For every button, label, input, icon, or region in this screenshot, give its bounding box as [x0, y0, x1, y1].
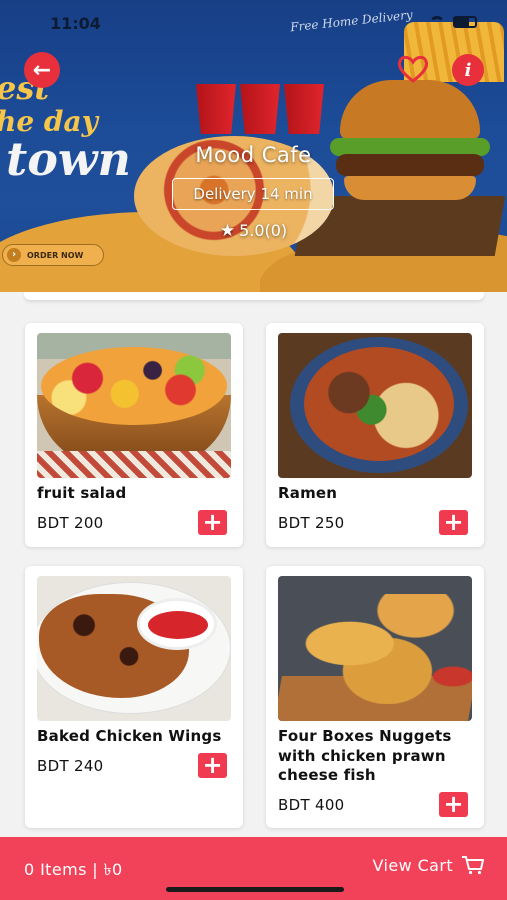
arrow-left-icon: ←: [32, 57, 52, 83]
order-now-label: ORDER NOW: [27, 250, 84, 260]
product-image: [278, 576, 472, 721]
restaurant-banner: 11:04 Free Home Delivery est he day town…: [0, 0, 507, 292]
product-card[interactable]: fruit salad BDT 200 +: [25, 323, 243, 547]
star-icon: ★: [219, 221, 236, 241]
status-icons: [429, 16, 477, 28]
product-price: BDT 200: [37, 514, 104, 532]
cart-icon: [462, 856, 484, 875]
product-card[interactable]: Four Boxes Nuggets with chicken prawn ch…: [266, 566, 484, 828]
product-name: fruit salad: [37, 484, 127, 502]
cart-summary: 0 Items | ৳0: [24, 860, 123, 879]
product-card[interactable]: Ramen BDT 250 +: [266, 323, 484, 547]
cart-bar: 0 Items | ৳0 View Cart: [0, 837, 507, 900]
order-now-badge: › ORDER NOW: [2, 244, 104, 266]
category-strip: [24, 292, 484, 300]
view-cart-label: View Cart: [372, 855, 453, 875]
info-button[interactable]: i: [452, 54, 484, 86]
home-indicator: [166, 887, 344, 892]
free-delivery-label: Free Home Delivery: [289, 7, 414, 35]
wifi-icon: [429, 16, 445, 28]
restaurant-rating: ★ 5.0(0): [0, 221, 507, 241]
view-cart-button[interactable]: View Cart: [373, 855, 485, 875]
add-to-cart-button[interactable]: +: [198, 510, 227, 535]
info-icon: i: [464, 59, 472, 81]
product-name: Four Boxes Nuggets with chicken prawn ch…: [278, 727, 452, 784]
product-price: BDT 400: [278, 796, 345, 814]
favorite-button[interactable]: [396, 54, 430, 84]
product-image: [37, 576, 231, 721]
product-card[interactable]: Baked Chicken Wings BDT 240 +: [25, 566, 243, 828]
product-image: [278, 333, 472, 478]
arrow-right-icon: ›: [7, 248, 21, 262]
heart-outline-icon: [397, 55, 429, 83]
plus-icon: +: [202, 508, 223, 536]
plus-icon: +: [202, 751, 223, 779]
add-to-cart-button[interactable]: +: [439, 510, 468, 535]
product-name: Ramen: [278, 484, 338, 502]
back-button[interactable]: ←: [24, 52, 60, 88]
rating-value: 5.0(0): [239, 221, 288, 240]
restaurant-name: Mood Cafe: [195, 143, 312, 167]
status-time: 11:04: [50, 14, 101, 33]
product-image: [37, 333, 231, 478]
plus-icon: +: [443, 508, 464, 536]
product-price: BDT 240: [37, 757, 104, 775]
delivery-time-badge: Delivery 14 min: [172, 178, 334, 210]
add-to-cart-button[interactable]: +: [439, 792, 468, 817]
drinks-graphic: [196, 84, 324, 134]
promo-line: est: [0, 69, 50, 107]
product-price: BDT 250: [278, 514, 345, 532]
plus-icon: +: [443, 790, 464, 818]
add-to-cart-button[interactable]: +: [198, 753, 227, 778]
product-name: Baked Chicken Wings: [37, 727, 222, 745]
battery-icon: [453, 16, 477, 28]
